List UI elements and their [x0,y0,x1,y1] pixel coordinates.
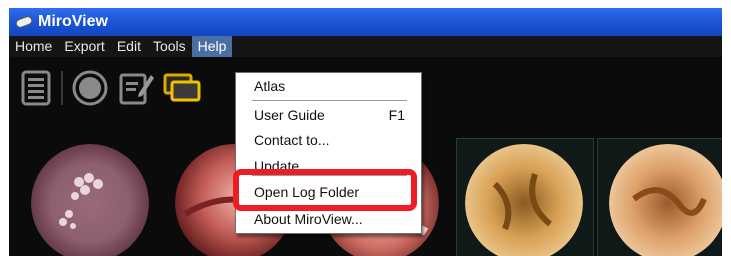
menu-edit[interactable]: Edit [111,36,147,57]
menu-help[interactable]: Help [191,36,233,57]
title-bar: MiroView [9,8,722,36]
thumbnail-image[interactable] [465,144,583,256]
menu-separator [252,100,407,102]
thumbnail-image[interactable] [31,144,149,256]
menu-tools[interactable]: Tools [147,36,192,57]
toolbar-divider [61,71,63,105]
capsule-icon [15,15,33,29]
menu-item-atlas[interactable]: Atlas [254,76,409,96]
menu-item-label: User Guide [254,107,325,123]
record-icon[interactable] [71,69,109,107]
app-window: MiroView Home Export Edit Tools Help Atl… [9,8,722,256]
thumbnail-image[interactable] [609,144,722,256]
menu-export[interactable]: Export [58,36,110,57]
highlight-annotation [233,169,417,211]
menu-item-label: About MiroView... [254,211,363,227]
menu-item-label: Atlas [254,78,286,94]
menu-item-about[interactable]: About MiroView... [254,209,409,229]
menu-item-user-guide[interactable]: User Guide F1 [254,105,409,125]
monitors-icon[interactable] [163,69,201,107]
menu-item-contact[interactable]: Contact to... [254,130,409,150]
list-icon[interactable] [17,69,55,107]
window-title: MiroView [38,13,108,30]
menu-bar: Home Export Edit Tools Help [9,36,722,57]
edit-note-icon[interactable] [117,69,155,107]
menu-item-shortcut: F1 [388,107,405,123]
menu-item-label: Contact to... [254,132,330,148]
menu-home[interactable]: Home [9,36,58,57]
